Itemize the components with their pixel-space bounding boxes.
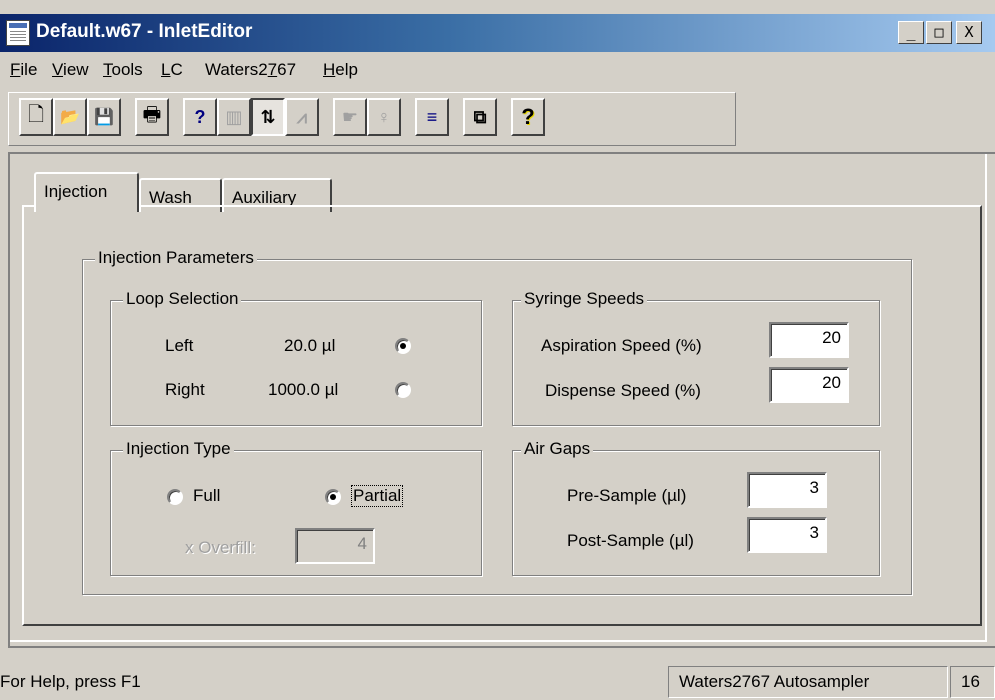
menu-waters2767[interactable]: Waters2767 bbox=[205, 60, 296, 80]
injection-partial-label[interactable]: Partial bbox=[350, 485, 404, 507]
context-help-icon: ? bbox=[194, 106, 206, 127]
syringe-speeds-title: Syringe Speeds bbox=[521, 289, 648, 309]
new-icon: 🗋 bbox=[27, 104, 45, 126]
open-button[interactable]: 📂 bbox=[53, 98, 87, 136]
help-button[interactable]: ? bbox=[511, 98, 545, 136]
injection-type-title: Injection Type bbox=[123, 439, 234, 459]
tab-injection[interactable]: Injection bbox=[34, 172, 139, 212]
list-icon: ≡ bbox=[426, 106, 438, 127]
window-title: Default.w67 - InletEditor bbox=[36, 21, 253, 42]
menu-view[interactable]: View bbox=[52, 60, 89, 80]
title-bar[interactable]: Default.w67 - InletEditor _ □ X bbox=[0, 14, 995, 52]
chromatogram-button[interactable]: ⩘ bbox=[285, 98, 319, 136]
aspiration-speed-input[interactable]: 20 bbox=[769, 322, 849, 358]
aspiration-speed-label: Aspiration Speed (%) bbox=[541, 336, 702, 355]
loop-right-label: Right bbox=[165, 380, 205, 399]
injection-partial-radio[interactable] bbox=[325, 489, 341, 505]
hand-icon: ☛ bbox=[341, 106, 359, 127]
injection-parameters-title: Injection Parameters bbox=[95, 248, 257, 268]
chromatogram-icon: ⩘ bbox=[296, 106, 308, 127]
status-extra-pane: 16 bbox=[950, 666, 995, 698]
save-button[interactable]: 💾 bbox=[87, 98, 121, 136]
new-button[interactable]: 🗋 bbox=[19, 98, 53, 136]
loop-selection-title: Loop Selection bbox=[123, 289, 242, 309]
loop-left-volume: 20.0 µl bbox=[284, 336, 336, 355]
overfill-input[interactable]: 4 bbox=[295, 528, 375, 564]
close-button[interactable]: X bbox=[956, 21, 982, 44]
toolbar: 🗋 📂 💾 🖶 ? ▥ ⇅ ⩘ ☛ ♀ ≡ ⧉ ? bbox=[8, 92, 736, 146]
inlet-button[interactable]: ⇅ bbox=[251, 98, 285, 136]
menu-tools[interactable]: Tools bbox=[103, 60, 143, 80]
inlet-icon: ⇅ bbox=[260, 106, 276, 127]
loop-right-volume: 1000.0 µl bbox=[268, 380, 339, 399]
loop-right-radio[interactable] bbox=[395, 382, 411, 398]
loop-selection-group: Loop Selection Left 20.0 µl Right 1000.0… bbox=[110, 289, 482, 426]
status-bar: For Help, press F1 Waters2767 Autosample… bbox=[0, 662, 995, 700]
open-icon: 📂 bbox=[60, 109, 80, 126]
print-button[interactable]: 🖶 bbox=[135, 98, 169, 136]
stack-button[interactable]: ⧉ bbox=[463, 98, 497, 136]
hand-button[interactable]: ☛ bbox=[333, 98, 367, 136]
air-gaps-title: Air Gaps bbox=[521, 439, 594, 459]
menu-bar: File View Tools LC Waters2767 Help bbox=[0, 56, 995, 86]
status-instrument-pane: Waters2767 Autosampler bbox=[668, 666, 948, 698]
print-icon: 🖶 bbox=[142, 104, 162, 126]
loop-left-label: Left bbox=[165, 336, 194, 355]
menu-file[interactable]: File bbox=[10, 60, 37, 80]
save-icon: 💾 bbox=[94, 109, 114, 126]
bulb-button[interactable]: ♀ bbox=[367, 98, 401, 136]
maximize-button[interactable]: □ bbox=[926, 21, 952, 44]
injection-tab-panel: Injection Parameters Loop Selection Left… bbox=[22, 205, 982, 626]
dispense-speed-label: Dispense Speed (%) bbox=[545, 381, 701, 400]
injection-type-group: Injection Type Full Partial x Overfill: … bbox=[110, 439, 482, 576]
context-help-button[interactable]: ? bbox=[183, 98, 217, 136]
menu-help[interactable]: Help bbox=[323, 60, 358, 80]
injection-full-label[interactable]: Full bbox=[193, 486, 220, 506]
status-help-text: For Help, press F1 bbox=[0, 672, 141, 691]
instrument-button[interactable]: ▥ bbox=[217, 98, 251, 136]
stack-icon: ⧉ bbox=[473, 106, 487, 127]
pre-sample-input[interactable]: 3 bbox=[747, 472, 827, 508]
menu-lc[interactable]: LC bbox=[161, 60, 183, 80]
bulb-icon: ♀ bbox=[377, 106, 391, 127]
list-button[interactable]: ≡ bbox=[415, 98, 449, 136]
injection-full-radio[interactable] bbox=[167, 489, 183, 505]
pre-sample-label: Pre-Sample (µl) bbox=[567, 486, 687, 505]
overfill-label: x Overfill: bbox=[185, 538, 256, 557]
syringe-speeds-group: Syringe Speeds Aspiration Speed (%) 20 D… bbox=[512, 289, 880, 426]
instrument-icon: ▥ bbox=[225, 106, 243, 127]
post-sample-label: Post-Sample (µl) bbox=[567, 531, 694, 550]
help-icon: ? bbox=[521, 104, 535, 129]
app-icon[interactable] bbox=[6, 20, 30, 46]
dispense-speed-input[interactable]: 20 bbox=[769, 367, 849, 403]
loop-left-radio[interactable] bbox=[395, 338, 411, 354]
minimize-button[interactable]: _ bbox=[898, 21, 924, 44]
post-sample-input[interactable]: 3 bbox=[747, 517, 827, 553]
air-gaps-group: Air Gaps Pre-Sample (µl) 3 Post-Sample (… bbox=[512, 439, 880, 576]
